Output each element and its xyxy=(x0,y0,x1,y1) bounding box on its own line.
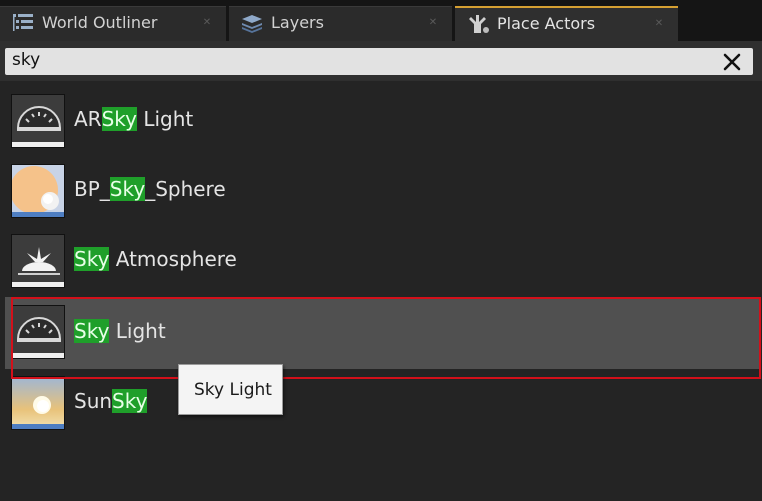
sunsky-icon xyxy=(11,376,65,430)
list-item[interactable]: SunSky xyxy=(5,363,760,433)
sky-light-icon xyxy=(11,305,65,359)
search-input[interactable]: sky xyxy=(5,48,753,75)
search-bar: sky xyxy=(0,41,762,81)
search-value: sky xyxy=(12,50,41,70)
item-label: Sky Light xyxy=(74,319,166,343)
sky-atmosphere-icon xyxy=(11,234,65,288)
close-icon[interactable] xyxy=(721,51,743,73)
list-item[interactable]: Sky Atmosphere xyxy=(5,221,760,291)
sky-sphere-icon xyxy=(11,164,65,218)
tab-label: Place Actors xyxy=(497,14,596,33)
tab-close-icon[interactable]: ✕ xyxy=(202,18,212,28)
place-actors-icon xyxy=(466,13,490,35)
outliner-icon xyxy=(11,12,35,34)
tooltip-text: Sky Light xyxy=(194,380,272,400)
tab-world-outliner[interactable]: World Outliner ✕ xyxy=(0,6,226,41)
item-label: SunSky xyxy=(74,389,148,413)
tab-close-icon[interactable]: ✕ xyxy=(654,19,664,29)
item-label: Sky Atmosphere xyxy=(74,247,237,271)
tab-bar: World Outliner ✕ Layers ✕ Place Actors ✕ xyxy=(0,0,762,41)
tab-label: World Outliner xyxy=(42,13,158,32)
list-item[interactable]: BP_Sky_Sphere xyxy=(5,151,760,221)
list-item[interactable]: ARSky Light xyxy=(5,81,760,151)
item-label: BP_Sky_Sphere xyxy=(74,177,226,201)
tab-close-icon[interactable]: ✕ xyxy=(428,18,438,28)
tooltip: Sky Light xyxy=(178,364,283,415)
tab-label: Layers xyxy=(271,13,324,32)
layers-icon xyxy=(240,12,264,34)
list-item-selected[interactable]: Sky Light xyxy=(5,297,760,369)
sky-light-icon xyxy=(11,94,65,148)
tab-layers[interactable]: Layers ✕ xyxy=(229,6,452,41)
item-label: ARSky Light xyxy=(74,107,194,131)
tab-place-actors[interactable]: Place Actors ✕ xyxy=(455,6,678,41)
